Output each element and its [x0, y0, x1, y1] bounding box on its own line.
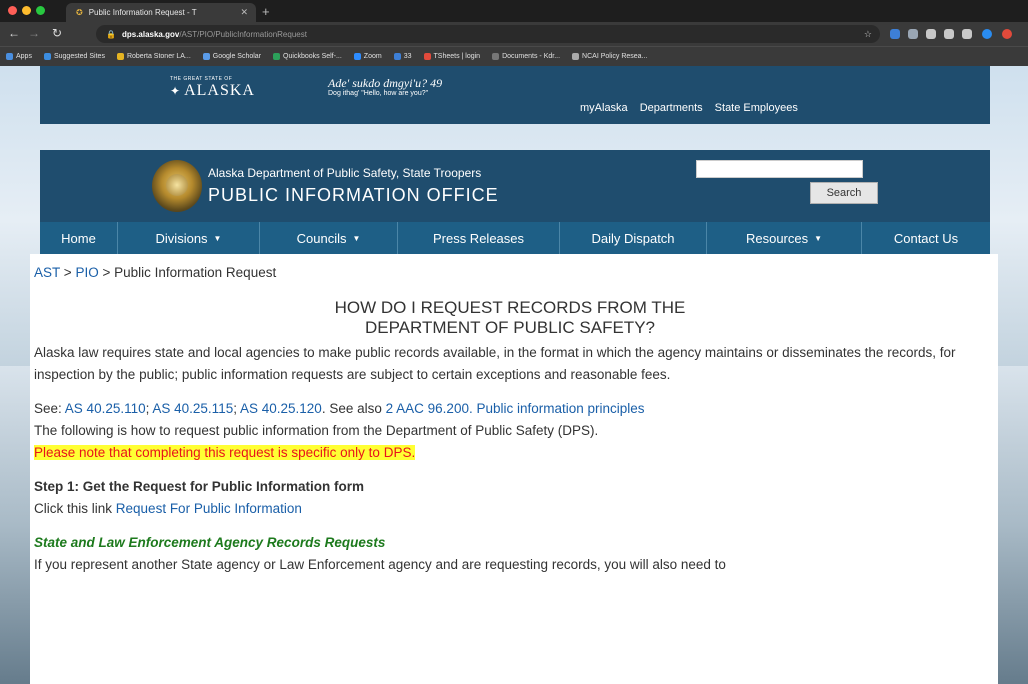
bookmark-item[interactable]: Documents - Kdr... [492, 53, 560, 60]
tab-title: Public Information Request - T [88, 8, 197, 17]
alaska-logo[interactable]: THE GREAT STATE OF ✦ ALASKA [170, 76, 255, 100]
bookmark-item[interactable]: Apps [6, 53, 32, 60]
statute-link[interactable]: 2 AAC 96.200. Public information princip… [386, 401, 645, 416]
request-form-link[interactable]: Request For Public Information [116, 501, 302, 516]
nav-councils[interactable]: Councils ▼ [260, 222, 398, 254]
bookmark-icon [273, 53, 281, 60]
bookmark-icon [393, 53, 401, 60]
statute-link[interactable]: AS 40.25.120 [240, 401, 322, 416]
maximize-window-icon[interactable] [36, 6, 45, 15]
web-page: THE GREAT STATE OF ✦ ALASKA Ade' sukdo dm… [0, 66, 1028, 684]
bookmark-item[interactable]: Quickbooks Self-... [273, 53, 342, 60]
departments-link[interactable]: Departments [640, 102, 703, 114]
breadcrumb: AST > PIO > Public Information Request [34, 265, 277, 280]
bookmark-item[interactable]: Zoom [353, 53, 382, 60]
state-links: myAlaska Departments State Employees [580, 102, 798, 114]
intro-paragraph: Alaska law requires state and local agen… [34, 345, 956, 382]
state-header: THE GREAT STATE OF ✦ ALASKA Ade' sukdo dm… [40, 66, 990, 124]
agency-requests-heading: State and Law Enforcement Agency Records… [34, 535, 386, 550]
state-employees-link[interactable]: State Employees [715, 102, 798, 114]
statute-link[interactable]: AS 40.25.110 [65, 401, 146, 416]
browser-tab[interactable]: ✪ Public Information Request - T ✕ [66, 3, 256, 22]
bookmark-item[interactable]: TSheets | login [423, 53, 480, 60]
bookmarks-bar: Apps Suggested Sites Roberta Stoner LA..… [0, 46, 1028, 66]
update-icon[interactable] [1002, 29, 1012, 39]
breadcrumb-ast[interactable]: AST [34, 265, 60, 280]
extension-icon[interactable] [926, 29, 936, 39]
extension-icon[interactable] [908, 29, 918, 39]
bookmark-item[interactable]: 33 [393, 53, 412, 60]
pio-banner: Alaska Department of Public Safety, Stat… [40, 150, 990, 222]
bookmark-item[interactable]: Suggested Sites [43, 53, 105, 60]
extension-icon[interactable] [962, 29, 972, 39]
page-title: HOW DO I REQUEST RECORDS FROM THE DEPART… [334, 298, 686, 337]
main-content: AST > PIO > Public Information Request H… [30, 254, 998, 684]
chevron-down-icon: ▼ [213, 233, 222, 243]
puzzle-icon[interactable] [944, 29, 954, 39]
site-favicon-icon: ✪ [76, 8, 83, 17]
chevron-down-icon: ▼ [814, 233, 823, 243]
extension-icon[interactable] [890, 29, 900, 39]
star-icon: ✦ [170, 84, 181, 98]
department-name: Alaska Department of Public Safety, Stat… [208, 166, 482, 180]
nav-resources[interactable]: Resources ▼ [707, 222, 862, 254]
native-language-greeting: Ade' sukdo dmgyi'u? 49 Dog ithag' "Hello… [328, 76, 443, 97]
agency-requests-text: If you represent another State agency or… [34, 557, 726, 572]
bookmark-icon [572, 53, 580, 60]
avatar[interactable] [982, 29, 992, 39]
back-icon[interactable]: ← [8, 26, 20, 40]
url-domain: dps.alaska.gov [121, 29, 180, 39]
search-button[interactable]: Search [810, 182, 878, 204]
nav-home[interactable]: Home [40, 222, 118, 254]
step1-title: Step 1: Get the Request for Public Infor… [34, 479, 365, 494]
reload-icon[interactable]: ↻ [52, 26, 62, 40]
bookmark-icon [43, 53, 51, 60]
lock-icon: 🔒 [106, 29, 116, 39]
office-name: PUBLIC INFORMATION OFFICE [208, 185, 499, 205]
zoom-icon [353, 53, 361, 60]
trooper-badge-icon [152, 160, 202, 212]
dps-note: Please note that completing this request… [34, 445, 416, 460]
nav-press-releases[interactable]: Press Releases [398, 222, 560, 254]
forward-icon[interactable]: → [28, 26, 40, 40]
url-path: /AST/PIO/PublicInformationRequest [179, 29, 307, 39]
statute-link[interactable]: AS 40.25.115 [152, 401, 233, 416]
nav-contact-us[interactable]: Contact Us [862, 222, 990, 254]
bookmark-icon [492, 53, 500, 60]
statute-links: See: AS 40.25.110; AS 40.25.115; AS 40.2… [34, 401, 645, 416]
bookmark-icon [202, 53, 210, 60]
nav-daily-dispatch[interactable]: Daily Dispatch [560, 222, 707, 254]
new-tab-icon[interactable]: + [262, 4, 270, 19]
breadcrumb-current: Public Information Request [114, 265, 277, 280]
main-nav: Home Divisions ▼ Councils ▼ Press Releases… [40, 222, 990, 254]
nav-divisions[interactable]: Divisions ▼ [118, 222, 260, 254]
bookmark-icon [423, 53, 431, 60]
myalaska-link[interactable]: myAlaska [580, 102, 628, 114]
bookmark-star-icon[interactable]: ☆ [864, 29, 872, 40]
minimize-window-icon[interactable] [22, 6, 31, 15]
browser-tab-bar: ✪ Public Information Request - T ✕ + [0, 0, 1028, 22]
close-tab-icon[interactable]: ✕ [240, 7, 248, 18]
close-window-icon[interactable] [8, 6, 17, 15]
apps-icon [6, 53, 13, 60]
browser-toolbar: ← → ↻ 🔒 dps.alaska.gov/AST/PIO/PublicInf… [0, 22, 1028, 46]
bookmark-item[interactable]: Google Scholar [202, 53, 261, 60]
howto-text: The following is how to request public i… [34, 423, 599, 438]
search-input[interactable] [696, 160, 863, 178]
bookmark-item[interactable]: NCAI Policy Resea... [572, 53, 647, 60]
breadcrumb-pio[interactable]: PIO [75, 265, 98, 280]
bookmark-icon [116, 53, 124, 60]
step1-instruction: Click this link Request For Public Infor… [34, 501, 302, 516]
chevron-down-icon: ▼ [352, 233, 361, 243]
bookmark-item[interactable]: Roberta Stoner LA... [116, 53, 191, 60]
address-bar[interactable]: 🔒 dps.alaska.gov/AST/PIO/PublicInformati… [96, 25, 880, 43]
